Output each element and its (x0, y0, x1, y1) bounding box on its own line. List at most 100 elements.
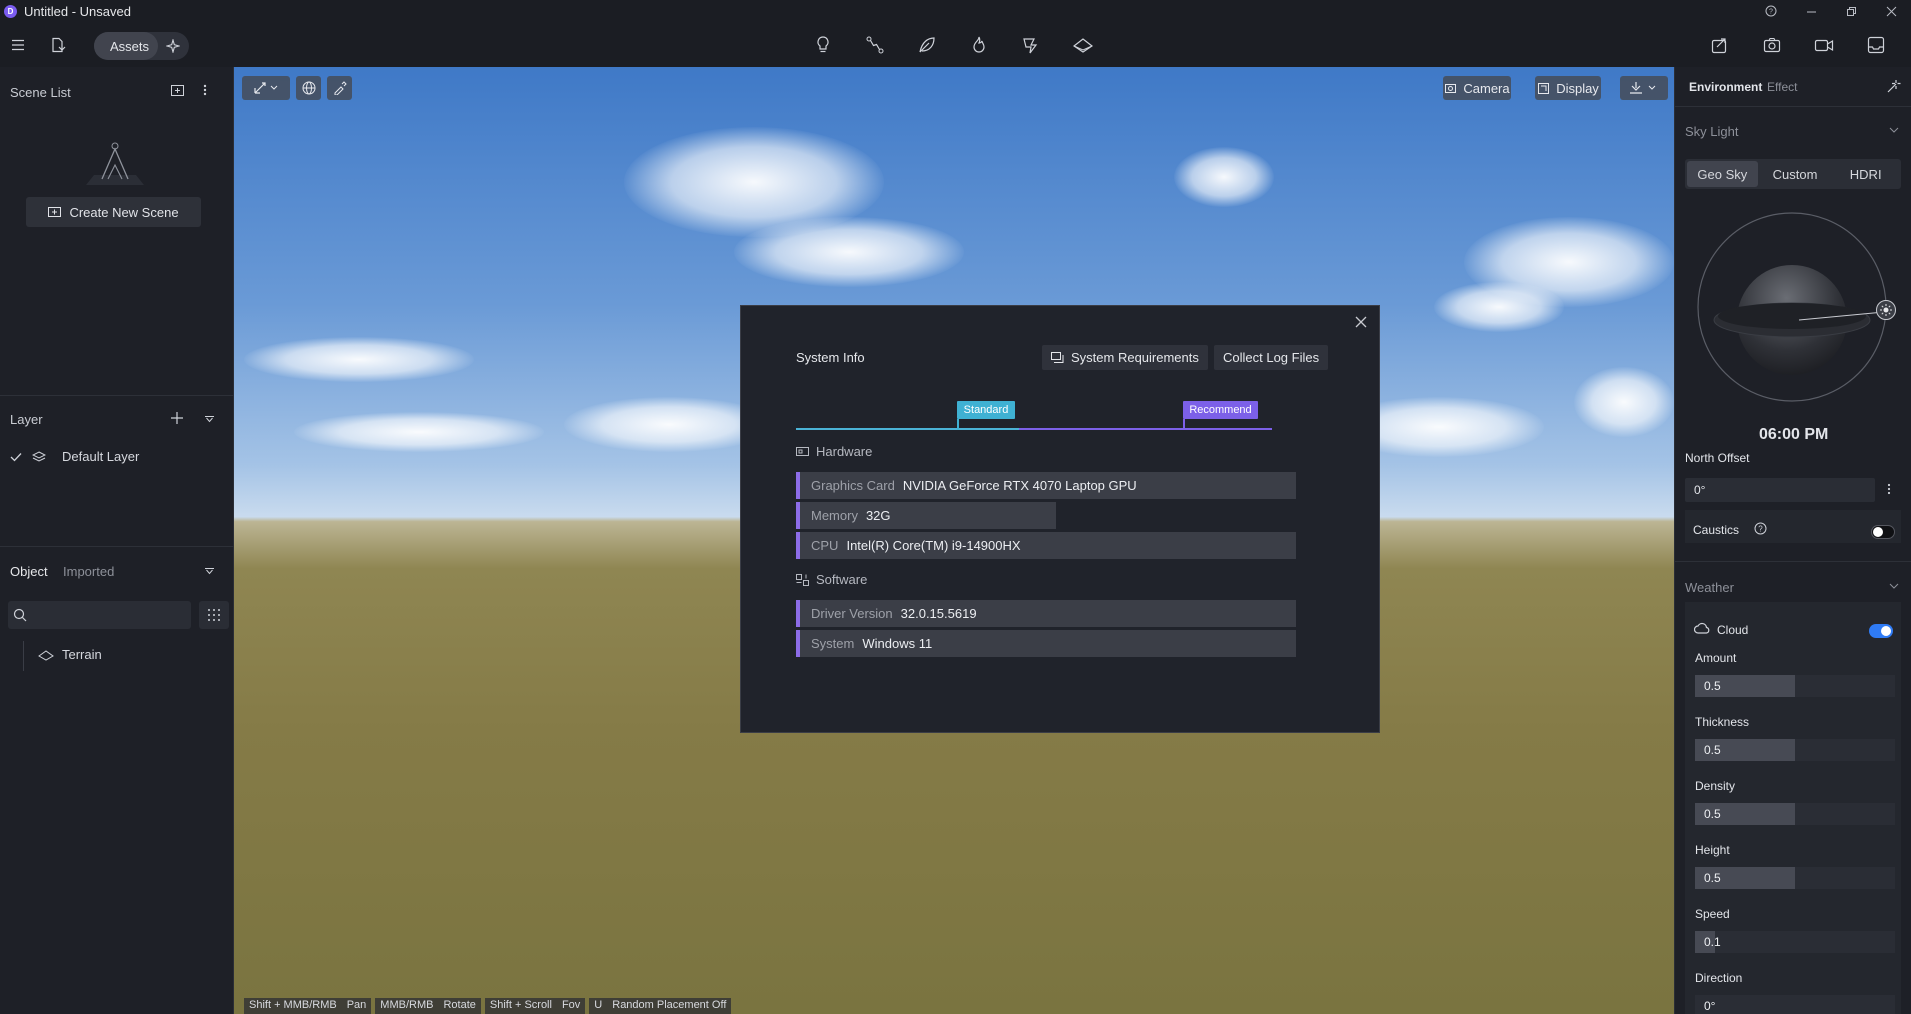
hint-fov: Shift + Scroll Fov (484, 998, 586, 1014)
cloud-slider[interactable]: 0.5 (1695, 867, 1895, 889)
tab-effect[interactable]: Effect (1767, 80, 1797, 94)
system-requirements-button[interactable]: System Requirements (1042, 345, 1208, 370)
hamburger-menu-icon[interactable] (4, 31, 32, 59)
close-window-button[interactable] (1871, 0, 1911, 22)
requirements-icon (1051, 351, 1064, 364)
close-icon[interactable] (1353, 314, 1369, 330)
info-row-graphics-card: Graphics Card NVIDIA GeForce RTX 4070 La… (796, 472, 1296, 499)
cloud-slider[interactable]: 0.5 (1695, 803, 1895, 825)
tab-imported[interactable]: Imported (63, 564, 114, 579)
hardware-icon (796, 446, 809, 457)
render-mode-dropdown[interactable] (1620, 76, 1668, 100)
ai-sparkle-icon[interactable] (158, 32, 188, 60)
app-logo: D (4, 4, 17, 18)
object-filter-icon[interactable] (204, 567, 215, 575)
divider (0, 546, 234, 547)
cloud-slider[interactable]: 0.5 (1695, 675, 1895, 697)
display-button[interactable]: Display (1535, 76, 1601, 100)
video-icon[interactable] (1810, 31, 1838, 59)
hint-random-placement: U Random Placement Off (589, 998, 732, 1014)
info-row-memory: Memory 32G (796, 502, 1056, 529)
hint-rotate: MMB/RMB Rotate (375, 998, 481, 1014)
light-bulb-icon[interactable] (809, 31, 837, 59)
camera-button[interactable]: Camera (1443, 76, 1511, 100)
cloud-slider[interactable]: 0° (1695, 995, 1895, 1014)
cloud-icon (1694, 622, 1710, 634)
cloud-toggle[interactable] (1869, 624, 1893, 638)
info-key: Driver Version (811, 606, 893, 621)
layer-item-default[interactable]: Default Layer (10, 449, 139, 464)
sun-position-dial[interactable] (1697, 212, 1897, 412)
placement-tool-icon[interactable] (1017, 31, 1045, 59)
system-requirements-label: System Requirements (1071, 350, 1199, 365)
magic-wand-icon[interactable] (1887, 79, 1901, 93)
chevron-down-icon[interactable] (1889, 583, 1899, 590)
terrain-icon[interactable] (1069, 31, 1097, 59)
caustics-toggle[interactable] (1871, 525, 1895, 539)
tab-environment[interactable]: Environment (1689, 80, 1762, 94)
system-info-modal: System Info System Requirements Collect … (740, 305, 1380, 733)
add-scene-icon[interactable] (170, 83, 185, 97)
layer-filter-icon[interactable] (204, 415, 215, 423)
transform-tool-dropdown[interactable] (242, 76, 290, 100)
more-options-icon[interactable] (1887, 483, 1891, 497)
hint-pan: Shift + MMB/RMB Pan (244, 998, 372, 1014)
cloud-slider[interactable]: 0.1 (1695, 931, 1895, 953)
info-value: 32G (865, 508, 891, 523)
cloud-shape (294, 412, 544, 452)
eyedropper-icon[interactable] (327, 76, 352, 100)
divider (0, 395, 234, 396)
standard-badge: Standard (957, 401, 1015, 419)
chevron-down-icon[interactable] (1889, 127, 1899, 134)
gallery-icon[interactable] (1862, 31, 1890, 59)
camera-icon[interactable] (1758, 31, 1786, 59)
north-offset-label: North Offset (1685, 451, 1750, 465)
fire-icon[interactable] (965, 31, 993, 59)
info-key: Memory (811, 508, 858, 523)
hardware-title-label: Hardware (816, 444, 873, 459)
left-panel: Scene List Create New Scene Layer Defaul… (0, 67, 234, 1014)
create-new-scene-button[interactable]: Create New Scene (26, 197, 201, 227)
assets-button[interactable]: Assets (94, 32, 158, 60)
minimize-button[interactable] (1791, 0, 1831, 22)
collect-log-files-button[interactable]: Collect Log Files (1214, 345, 1329, 370)
title-bar: D Untitled - Unsaved ? (0, 0, 1911, 22)
cloud-shape (1174, 147, 1274, 207)
object-search-input[interactable] (8, 601, 191, 629)
leaf-icon[interactable] (913, 31, 941, 59)
slider-label: Thickness (1695, 715, 1750, 729)
restore-button[interactable] (1831, 0, 1871, 22)
checkmark-icon[interactable] (10, 452, 22, 462)
north-offset-input[interactable]: 0° (1685, 478, 1875, 502)
tab-object[interactable]: Object (10, 564, 48, 579)
globe-icon[interactable] (296, 76, 321, 100)
info-value: NVIDIA GeForce RTX 4070 Laptop GPU (902, 478, 1137, 493)
caustics-label: Caustics (1693, 523, 1740, 537)
default-layer-label: Default Layer (62, 449, 140, 464)
cloud-slider[interactable]: 0.5 (1695, 739, 1895, 761)
layers-icon (32, 450, 46, 463)
share-icon[interactable] (1706, 31, 1734, 59)
info-value: Intel(R) Core(TM) i9-14900HX (846, 538, 1021, 553)
more-options-icon[interactable] (203, 83, 207, 97)
sky-mode-hdri[interactable]: HDRI (1830, 159, 1901, 189)
tree-item-terrain[interactable]: Terrain (38, 647, 102, 662)
file-sync-icon[interactable] (44, 31, 72, 59)
sky-mode-custom[interactable]: Custom (1760, 159, 1831, 189)
tree-guide-line (23, 641, 24, 671)
slider-label: Speed (1695, 907, 1730, 921)
slider-label: Direction (1695, 971, 1743, 985)
add-layer-icon[interactable] (170, 411, 184, 425)
help-icon[interactable]: ? (1754, 522, 1767, 535)
info-row-system: System Windows 11 (796, 630, 1296, 657)
sun-time-readout: 06:00 PM (1759, 426, 1829, 443)
sun-handle-icon[interactable] (1876, 300, 1896, 320)
camera-frame-icon (1444, 82, 1457, 95)
badge-stem (1183, 419, 1185, 430)
tier-track-standard (796, 428, 1019, 430)
hardware-section-title: Hardware (796, 444, 872, 459)
sky-mode-geo-sky[interactable]: Geo Sky (1687, 161, 1758, 187)
path-tool-icon[interactable] (861, 31, 889, 59)
grid-view-icon[interactable] (199, 601, 229, 629)
help-icon[interactable]: ? (1751, 0, 1791, 22)
